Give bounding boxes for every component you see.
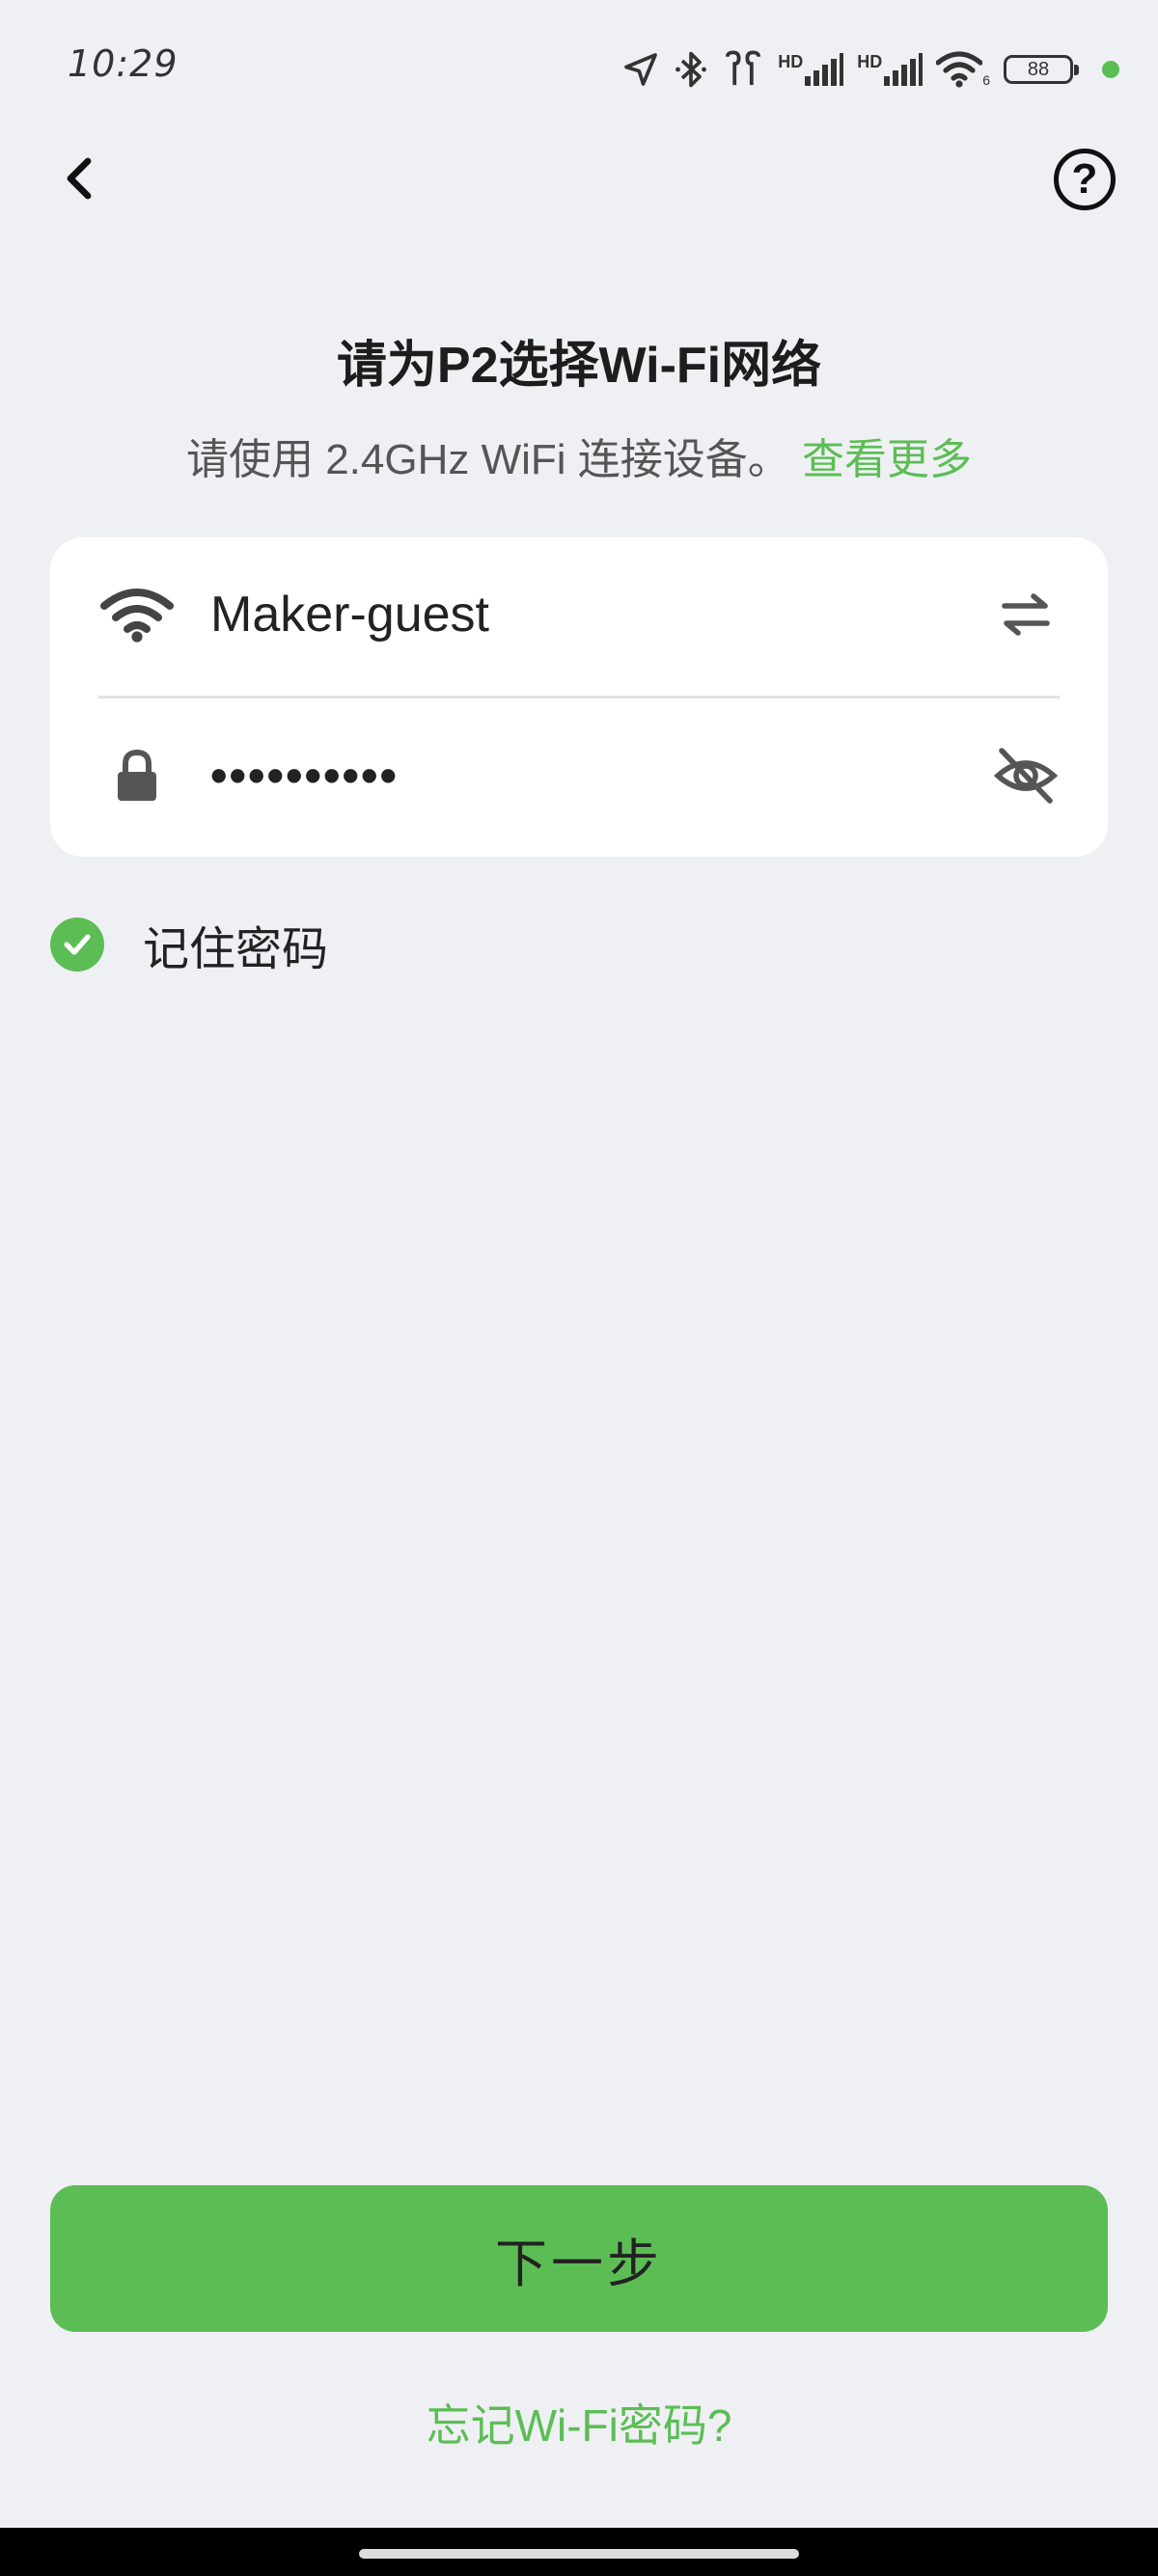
signal-icon xyxy=(805,53,844,86)
hd-label: HD xyxy=(857,52,883,71)
checkmark-icon xyxy=(64,934,91,955)
earbuds-icon xyxy=(726,50,761,86)
remember-label: 记住密码 xyxy=(143,924,329,975)
next-button[interactable]: 下一步 xyxy=(50,2185,1108,2332)
switch-arrows-icon xyxy=(1002,593,1050,636)
help-button[interactable]: ? xyxy=(1054,149,1116,210)
signal-icon xyxy=(884,53,924,86)
battery-level: 88 xyxy=(1027,58,1050,80)
status-icons: HD HD 6 88 xyxy=(621,42,1119,96)
ssid-row[interactable]: Maker-guest xyxy=(50,537,1108,692)
wifi-card: Maker-guest •••••••••• xyxy=(50,537,1108,857)
dot-indicator xyxy=(1102,61,1119,78)
toggle-visibility-button[interactable] xyxy=(992,742,1060,809)
remember-password[interactable]: 记住密码 xyxy=(50,911,328,978)
page-title: 请为P2选择Wi-Fi网络 xyxy=(336,338,822,394)
switch-network-button[interactable] xyxy=(992,581,1060,648)
forgot-password-link[interactable]: 忘记Wi-Fi密码? xyxy=(0,2391,1158,2454)
password-row[interactable]: •••••••••• xyxy=(50,699,1108,853)
ssid-field[interactable]: Maker-guest xyxy=(210,586,489,644)
wifi-badge: 6 xyxy=(982,72,990,88)
password-field[interactable]: •••••••••• xyxy=(210,748,399,804)
help-icon: ? xyxy=(1071,155,1098,203)
page-subtitle: 请使用 2.4GHz WiFi 连接设备。 查看更多 xyxy=(0,425,1158,486)
status-time: 10:29 xyxy=(68,42,179,85)
subtitle-text: 请使用 2.4GHz WiFi 连接设备。 xyxy=(185,436,790,483)
more-link[interactable]: 查看更多 xyxy=(802,436,972,483)
remember-checkbox[interactable] xyxy=(50,918,104,972)
back-button[interactable] xyxy=(50,145,108,212)
battery-icon: 88 xyxy=(1004,55,1079,84)
wifi-icon xyxy=(100,587,174,643)
wifi-icon xyxy=(936,51,983,88)
eye-off-icon xyxy=(994,748,1058,804)
hd-label: HD xyxy=(778,52,804,71)
home-indicator[interactable] xyxy=(359,2549,799,2559)
chevron-left-icon xyxy=(67,157,92,200)
lock-icon xyxy=(100,749,174,803)
location-arrow-icon xyxy=(624,53,658,86)
bluetooth-icon xyxy=(676,51,707,88)
